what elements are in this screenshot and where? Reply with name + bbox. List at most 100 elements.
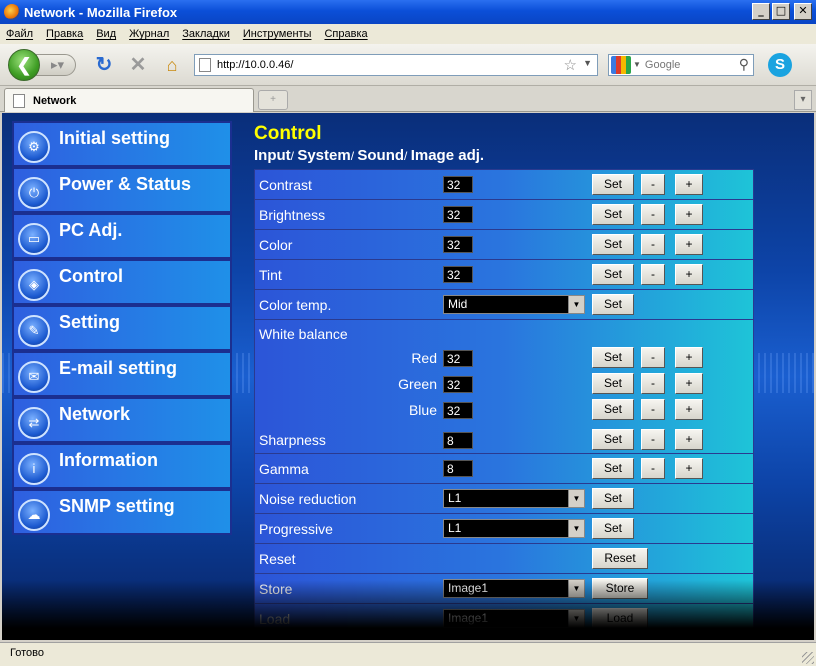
url-bar[interactable]: http://10.0.0.46/ ☆ ▼ — [194, 53, 598, 76]
brightness-value[interactable]: 32 — [443, 206, 473, 223]
white-balance-red-plus-button[interactable]: + — [675, 347, 703, 368]
breadcrumb-input[interactable]: Input — [254, 147, 291, 164]
close-button[interactable]: ✕ — [794, 3, 812, 20]
menu-bookmarks[interactable]: Закладки — [182, 28, 230, 40]
contrast-plus-button[interactable]: + — [675, 174, 703, 195]
color-temp-set-button[interactable]: Set — [592, 294, 634, 315]
reload-icon[interactable]: ↻ — [92, 53, 116, 77]
sidebar-item-control[interactable]: ◈ Control — [12, 259, 232, 305]
load-select[interactable]: Image1 ▼ — [443, 609, 585, 628]
white-balance-green-minus-button[interactable]: - — [641, 373, 665, 394]
white-balance-red-set-button[interactable]: Set — [592, 347, 634, 368]
white-balance-red-minus-button[interactable]: - — [641, 347, 665, 368]
menu-tools[interactable]: Инструменты — [243, 28, 312, 40]
tab-network[interactable]: Network — [4, 88, 254, 112]
color-temp-select[interactable]: Mid ▼ — [443, 295, 585, 314]
store-button[interactable]: Store — [592, 578, 648, 599]
progressive-select[interactable]: L1 ▼ — [443, 519, 585, 538]
sidebar-item-setting[interactable]: ✎ Setting — [12, 305, 232, 351]
navigation-toolbar: ▸▾ ❮ ↻ ✕ ⌂ http://10.0.0.46/ ☆ ▼ ▼ ⚲ S — [0, 44, 816, 86]
tint-minus-button[interactable]: - — [641, 264, 665, 285]
chevron-down-icon[interactable]: ▼ — [568, 296, 584, 313]
color-temp-selected-value: Mid — [448, 297, 468, 311]
progressive-set-button[interactable]: Set — [592, 518, 634, 539]
window-titlebar: Network - Mozilla Firefox _ □ ✕ — [0, 0, 816, 24]
brightness-plus-button[interactable]: + — [675, 204, 703, 225]
white-balance-blue-value[interactable]: 32 — [443, 402, 473, 419]
breadcrumb-system[interactable]: System — [297, 147, 350, 164]
white-balance-blue-set-button[interactable]: Set — [592, 399, 634, 420]
sidebar-item-label: PC Adj. — [59, 220, 123, 240]
noise-reduction-set-button[interactable]: Set — [592, 488, 634, 509]
menu-history[interactable]: Журнал — [129, 28, 169, 40]
chevron-down-icon[interactable]: ▼ — [568, 610, 584, 627]
white-balance-red-value[interactable]: 32 — [443, 350, 473, 367]
white-balance-green-set-button[interactable]: Set — [592, 373, 634, 394]
bookmark-star-icon[interactable]: ☆ — [564, 56, 577, 74]
sharpness-set-button[interactable]: Set — [592, 429, 634, 450]
search-bar[interactable]: ▼ ⚲ — [608, 53, 754, 76]
minimize-button[interactable]: _ — [752, 3, 770, 20]
skype-icon[interactable]: S — [768, 52, 792, 77]
sidebar-item-power-status[interactable]: ⏻ Power & Status — [12, 167, 232, 213]
color-value[interactable]: 32 — [443, 236, 473, 253]
chevron-down-icon[interactable]: ▼ — [568, 580, 584, 597]
gamma-minus-button[interactable]: - — [641, 458, 665, 479]
home-icon[interactable]: ⌂ — [160, 53, 184, 77]
network-icon: ⇄ — [18, 407, 50, 439]
menu-help[interactable]: Справка — [324, 28, 367, 40]
breadcrumb-image-adj[interactable]: Image adj. — [411, 147, 484, 164]
sharpness-plus-button[interactable]: + — [675, 429, 703, 450]
contrast-value[interactable]: 32 — [443, 176, 473, 193]
url-text[interactable]: http://10.0.0.46/ — [217, 59, 293, 71]
search-engine-dropdown-icon[interactable]: ▼ — [633, 60, 641, 69]
color-set-button[interactable]: Set — [592, 234, 634, 255]
store-select[interactable]: Image1 ▼ — [443, 579, 585, 598]
search-input[interactable] — [644, 58, 729, 71]
search-icon[interactable]: ⚲ — [739, 56, 749, 73]
tint-value[interactable]: 32 — [443, 266, 473, 283]
sidebar-item-snmp-setting[interactable]: ☁ SNMP setting — [12, 489, 232, 535]
google-engine-icon[interactable] — [611, 55, 631, 74]
sidebar-item-network[interactable]: ⇄ Network — [12, 397, 232, 443]
chevron-down-icon[interactable]: ▼ — [568, 490, 584, 507]
menu-edit[interactable]: Правка — [46, 28, 83, 40]
gamma-value[interactable]: 8 — [443, 460, 473, 477]
sidebar-item-pc-adj[interactable]: ▭ PC Adj. — [12, 213, 232, 259]
white-balance-blue-plus-button[interactable]: + — [675, 399, 703, 420]
maximize-button[interactable]: □ — [772, 3, 790, 20]
menu-view[interactable]: Вид — [96, 28, 116, 40]
breadcrumb-sound[interactable]: Sound — [357, 147, 404, 164]
forward-button[interactable]: ▸▾ — [36, 53, 76, 76]
brightness-set-button[interactable]: Set — [592, 204, 634, 225]
back-button[interactable]: ❮ — [8, 48, 40, 81]
white-balance-green-plus-button[interactable]: + — [675, 373, 703, 394]
contrast-minus-button[interactable]: - — [641, 174, 665, 195]
url-dropdown-icon[interactable]: ▼ — [583, 58, 592, 68]
sharpness-minus-button[interactable]: - — [641, 429, 665, 450]
brightness-minus-button[interactable]: - — [641, 204, 665, 225]
load-button[interactable]: Load — [592, 608, 648, 629]
stop-icon[interactable]: ✕ — [126, 53, 150, 77]
reset-button[interactable]: Reset — [592, 548, 648, 569]
gamma-plus-button[interactable]: + — [675, 458, 703, 479]
sharpness-value[interactable]: 8 — [443, 432, 473, 449]
chevron-down-icon[interactable]: ▼ — [568, 520, 584, 537]
sidebar-item-information[interactable]: i Information — [12, 443, 232, 489]
tint-plus-button[interactable]: + — [675, 264, 703, 285]
resize-grip-icon[interactable] — [802, 652, 814, 664]
contrast-set-button[interactable]: Set — [592, 174, 634, 195]
color-plus-button[interactable]: + — [675, 234, 703, 255]
white-balance-green-value[interactable]: 32 — [443, 376, 473, 393]
white-balance-blue-minus-button[interactable]: - — [641, 399, 665, 420]
noise-reduction-select[interactable]: L1 ▼ — [443, 489, 585, 508]
new-tab-button[interactable]: + — [258, 90, 288, 110]
sidebar-item-initial-setting[interactable]: ⚙ Initial setting — [12, 121, 232, 167]
menu-file[interactable]: Файл — [6, 28, 33, 40]
tint-set-button[interactable]: Set — [592, 264, 634, 285]
color-minus-button[interactable]: - — [641, 234, 665, 255]
sidebar-item-email-setting[interactable]: ✉ E-mail setting — [12, 351, 232, 397]
sharpness-label: Sharpness — [259, 432, 326, 448]
gamma-set-button[interactable]: Set — [592, 458, 634, 479]
tab-list-button[interactable]: ▾ — [794, 90, 812, 110]
